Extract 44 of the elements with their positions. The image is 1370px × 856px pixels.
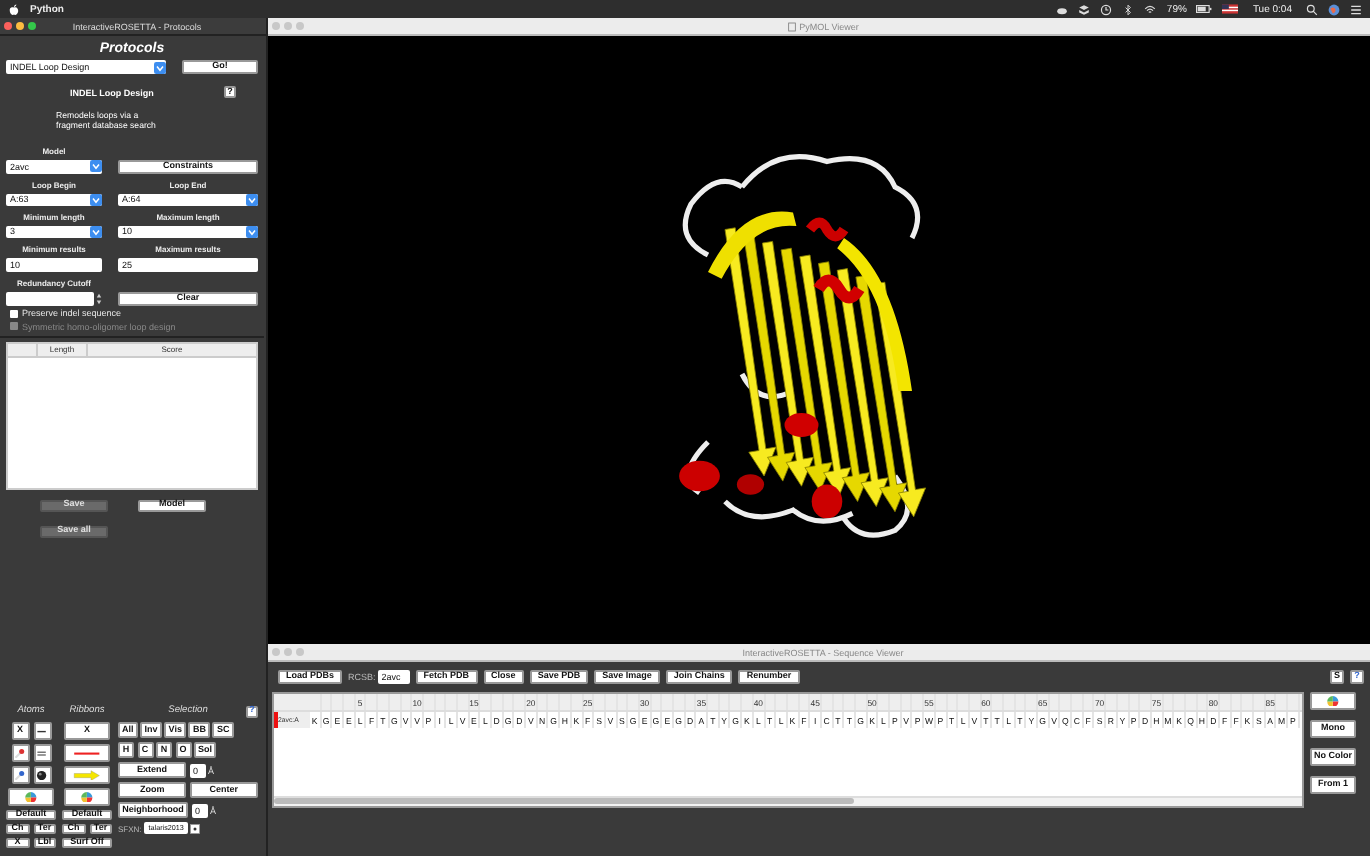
- caret-icon: [89, 193, 101, 206]
- spinner-arrows-icon[interactable]: [96, 291, 102, 306]
- sphere-style-button[interactable]: [33, 766, 51, 784]
- dot-button-icon[interactable]: [190, 823, 201, 833]
- atom-color-button[interactable]: [8, 788, 54, 806]
- globe-icon[interactable]: [1328, 3, 1340, 15]
- apple-icon[interactable]: [8, 3, 20, 15]
- battery-icon[interactable]: [1196, 0, 1213, 18]
- caret-icon: [153, 61, 165, 73]
- document-icon: [787, 21, 796, 31]
- zoom-button[interactable]: [28, 22, 36, 30]
- protein-ribbon-drawing[interactable]: [678, 154, 926, 538]
- horizontal-scrollbar[interactable]: [274, 796, 1302, 806]
- box-icon[interactable]: [1078, 3, 1091, 15]
- cartoon-button[interactable]: [64, 766, 110, 784]
- line-style-button[interactable]: [33, 722, 51, 740]
- line-icon: [36, 725, 48, 737]
- sphere-icon: [36, 769, 48, 781]
- cloud-icon[interactable]: [1056, 3, 1069, 15]
- caret-icon: [245, 225, 257, 238]
- caret-icon: [245, 193, 257, 206]
- ribbon-line-icon: [70, 747, 104, 759]
- input-field[interactable]: [6, 291, 94, 306]
- double-line-button[interactable]: [33, 744, 51, 762]
- ball-stick-button[interactable]: [11, 766, 29, 784]
- caret-icon: [89, 160, 101, 173]
- stick-icon: [14, 769, 26, 781]
- minimize-button[interactable]: [16, 22, 24, 30]
- list-icon[interactable]: [1350, 3, 1362, 15]
- search-icon[interactable]: [1306, 3, 1318, 15]
- arrow-icon: [70, 769, 104, 781]
- double-line-icon: [36, 747, 48, 759]
- clock-icon[interactable]: [1100, 3, 1113, 15]
- close-button[interactable]: [4, 22, 12, 30]
- ribbon-line-button[interactable]: [64, 744, 110, 762]
- wifi-icon[interactable]: [1144, 3, 1157, 15]
- sticks-style-button[interactable]: [11, 744, 29, 762]
- bluetooth-icon[interactable]: [1122, 3, 1135, 15]
- flag-icon[interactable]: [1222, 0, 1239, 18]
- stick-icon: [14, 747, 26, 759]
- caret-icon: [89, 225, 101, 238]
- color-scheme-button[interactable]: [1310, 692, 1356, 710]
- checkbox[interactable]: [10, 309, 18, 318]
- ribbon-color-button[interactable]: [64, 788, 110, 806]
